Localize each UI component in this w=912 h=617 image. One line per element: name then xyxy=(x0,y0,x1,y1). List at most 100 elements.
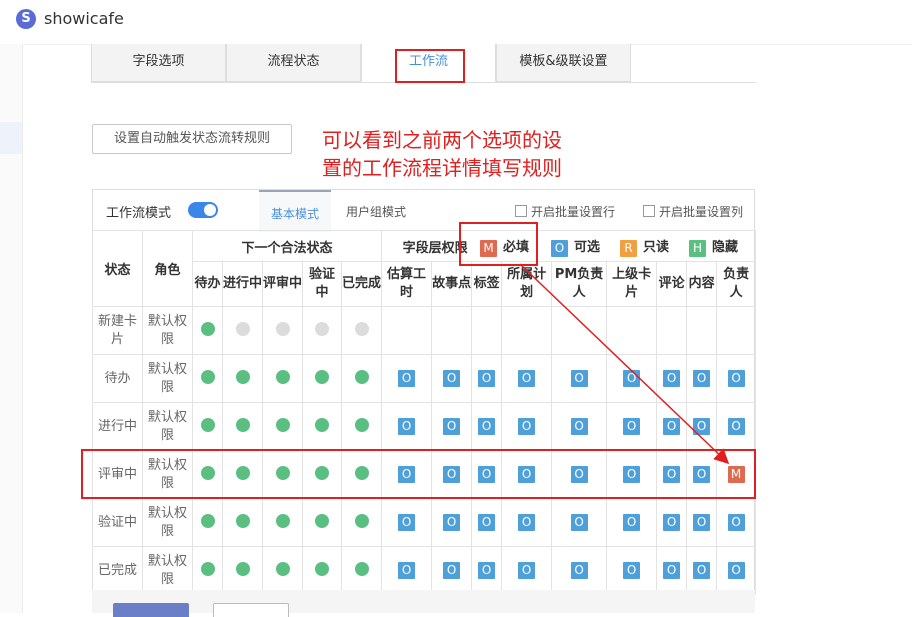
perm-badge[interactable]: O xyxy=(518,370,536,387)
transition-on-dot[interactable] xyxy=(275,513,290,528)
perm-badge[interactable]: O xyxy=(663,514,681,531)
tab-field-options[interactable]: 字段选项 xyxy=(91,44,226,82)
field-perm-cell xyxy=(431,306,473,355)
perm-badge[interactable]: O xyxy=(443,466,461,483)
perm-badge[interactable]: O xyxy=(623,418,641,435)
checkbox-icon[interactable] xyxy=(643,205,655,217)
perm-badge[interactable]: O xyxy=(693,370,711,387)
transition-on-dot[interactable] xyxy=(354,417,369,432)
perm-badge[interactable]: O xyxy=(518,418,536,435)
save-button[interactable] xyxy=(113,603,189,617)
transition-on-dot[interactable] xyxy=(275,561,290,576)
field-perm-cell: O xyxy=(606,546,658,595)
perm-badge[interactable]: O xyxy=(727,514,745,531)
transition-on-dot[interactable] xyxy=(200,465,215,480)
row-status: 验证中 xyxy=(92,498,143,547)
transition-on-dot[interactable] xyxy=(275,369,290,384)
perm-badge[interactable]: O xyxy=(663,370,681,387)
transition-on-dot[interactable] xyxy=(235,513,250,528)
perm-badge[interactable]: O xyxy=(663,466,681,483)
perm-badge[interactable]: O xyxy=(518,466,536,483)
transition-on-dot[interactable] xyxy=(235,369,250,384)
batch-col-checkbox[interactable]: 开启批量设置列 xyxy=(643,203,743,220)
transition-on-dot[interactable] xyxy=(315,561,329,576)
tab-flow-status[interactable]: 流程状态 xyxy=(226,44,361,82)
transition-on-dot[interactable] xyxy=(315,417,329,432)
perm-badge[interactable]: O xyxy=(398,466,416,483)
transition-on-dot[interactable] xyxy=(354,561,369,576)
perm-badge[interactable]: O xyxy=(478,514,496,531)
auto-trigger-rule-button[interactable]: 设置自动触发状态流转规则 xyxy=(92,124,292,154)
perm-badge[interactable]: O xyxy=(663,562,681,579)
transition-on-dot[interactable] xyxy=(354,513,369,528)
perm-badge[interactable]: O xyxy=(570,370,588,387)
perm-badge[interactable]: O xyxy=(727,562,745,579)
next-states-header: 下一个合法状态 xyxy=(191,230,383,262)
perm-badge[interactable]: O xyxy=(727,418,745,435)
perm-badge[interactable]: O xyxy=(623,466,641,483)
perm-badge[interactable]: O xyxy=(693,466,711,483)
perm-badge[interactable]: O xyxy=(518,514,536,531)
transition-on-dot[interactable] xyxy=(354,465,369,480)
perm-badge[interactable]: O xyxy=(478,466,496,483)
perm-badge[interactable]: O xyxy=(693,418,711,435)
perm-badge[interactable]: O xyxy=(570,418,588,435)
perm-badge[interactable]: O xyxy=(570,514,588,531)
perm-badge[interactable]: O xyxy=(727,370,745,387)
next-state-cell xyxy=(262,354,303,403)
transition-on-dot[interactable] xyxy=(235,561,250,576)
perm-badge[interactable]: O xyxy=(443,562,461,579)
perm-badge[interactable]: M xyxy=(727,466,745,483)
perm-badge[interactable]: O xyxy=(693,562,711,579)
transition-off-dot[interactable] xyxy=(354,321,369,336)
subtab-basic-mode[interactable]: 基本模式 xyxy=(259,190,331,232)
perm-badge[interactable]: O xyxy=(518,562,536,579)
app-name[interactable]: showicafe xyxy=(44,9,124,29)
perm-badge[interactable]: O xyxy=(398,562,416,579)
transition-on-dot[interactable] xyxy=(200,321,215,336)
row-status: 进行中 xyxy=(92,402,143,451)
checkbox-icon[interactable] xyxy=(515,205,527,217)
transition-on-dot[interactable] xyxy=(315,465,329,480)
left-rail-active-item[interactable] xyxy=(0,122,22,154)
perm-badge[interactable]: O xyxy=(398,514,416,531)
tab-template-cascade[interactable]: 模板&级联设置 xyxy=(496,44,631,82)
transition-on-dot[interactable] xyxy=(200,369,215,384)
transition-on-dot[interactable] xyxy=(275,465,290,480)
perm-badge[interactable]: O xyxy=(623,562,641,579)
perm-badge[interactable]: O xyxy=(570,562,588,579)
transition-off-dot[interactable] xyxy=(235,321,250,336)
legend-required: M 必填 xyxy=(480,236,529,257)
perm-badge[interactable]: O xyxy=(623,514,641,531)
workflow-mode-toggle[interactable] xyxy=(188,202,218,218)
transition-on-dot[interactable] xyxy=(275,417,290,432)
perm-badge[interactable]: O xyxy=(443,514,461,531)
perm-badge[interactable]: O xyxy=(478,562,496,579)
tab-workflow[interactable]: 工作流 xyxy=(361,44,496,82)
transition-on-dot[interactable] xyxy=(235,417,250,432)
transition-off-dot[interactable] xyxy=(315,321,329,336)
batch-row-checkbox[interactable]: 开启批量设置行 xyxy=(515,203,615,220)
perm-badge[interactable]: O xyxy=(443,418,461,435)
transition-on-dot[interactable] xyxy=(200,561,215,576)
perm-badge[interactable]: O xyxy=(693,514,711,531)
transition-off-dot[interactable] xyxy=(275,321,290,336)
cancel-button[interactable] xyxy=(213,603,289,617)
perm-badge[interactable]: O xyxy=(570,466,588,483)
transition-on-dot[interactable] xyxy=(235,465,250,480)
perm-badge[interactable]: O xyxy=(663,418,681,435)
transition-on-dot[interactable] xyxy=(200,513,215,528)
subtab-usergroup-mode[interactable]: 用户组模式 xyxy=(340,190,412,230)
transition-on-dot[interactable] xyxy=(354,369,369,384)
perm-badge[interactable]: O xyxy=(478,370,496,387)
field-perm-cell: O xyxy=(471,402,503,451)
perm-badge[interactable]: O xyxy=(398,370,416,387)
transition-on-dot[interactable] xyxy=(200,417,215,432)
perm-badge[interactable]: O xyxy=(398,418,416,435)
transition-on-dot[interactable] xyxy=(315,513,329,528)
transition-on-dot[interactable] xyxy=(315,369,329,384)
app-logo-icon[interactable]: S xyxy=(16,9,36,29)
perm-badge[interactable]: O xyxy=(443,370,461,387)
perm-badge[interactable]: O xyxy=(623,370,641,387)
perm-badge[interactable]: O xyxy=(478,418,496,435)
